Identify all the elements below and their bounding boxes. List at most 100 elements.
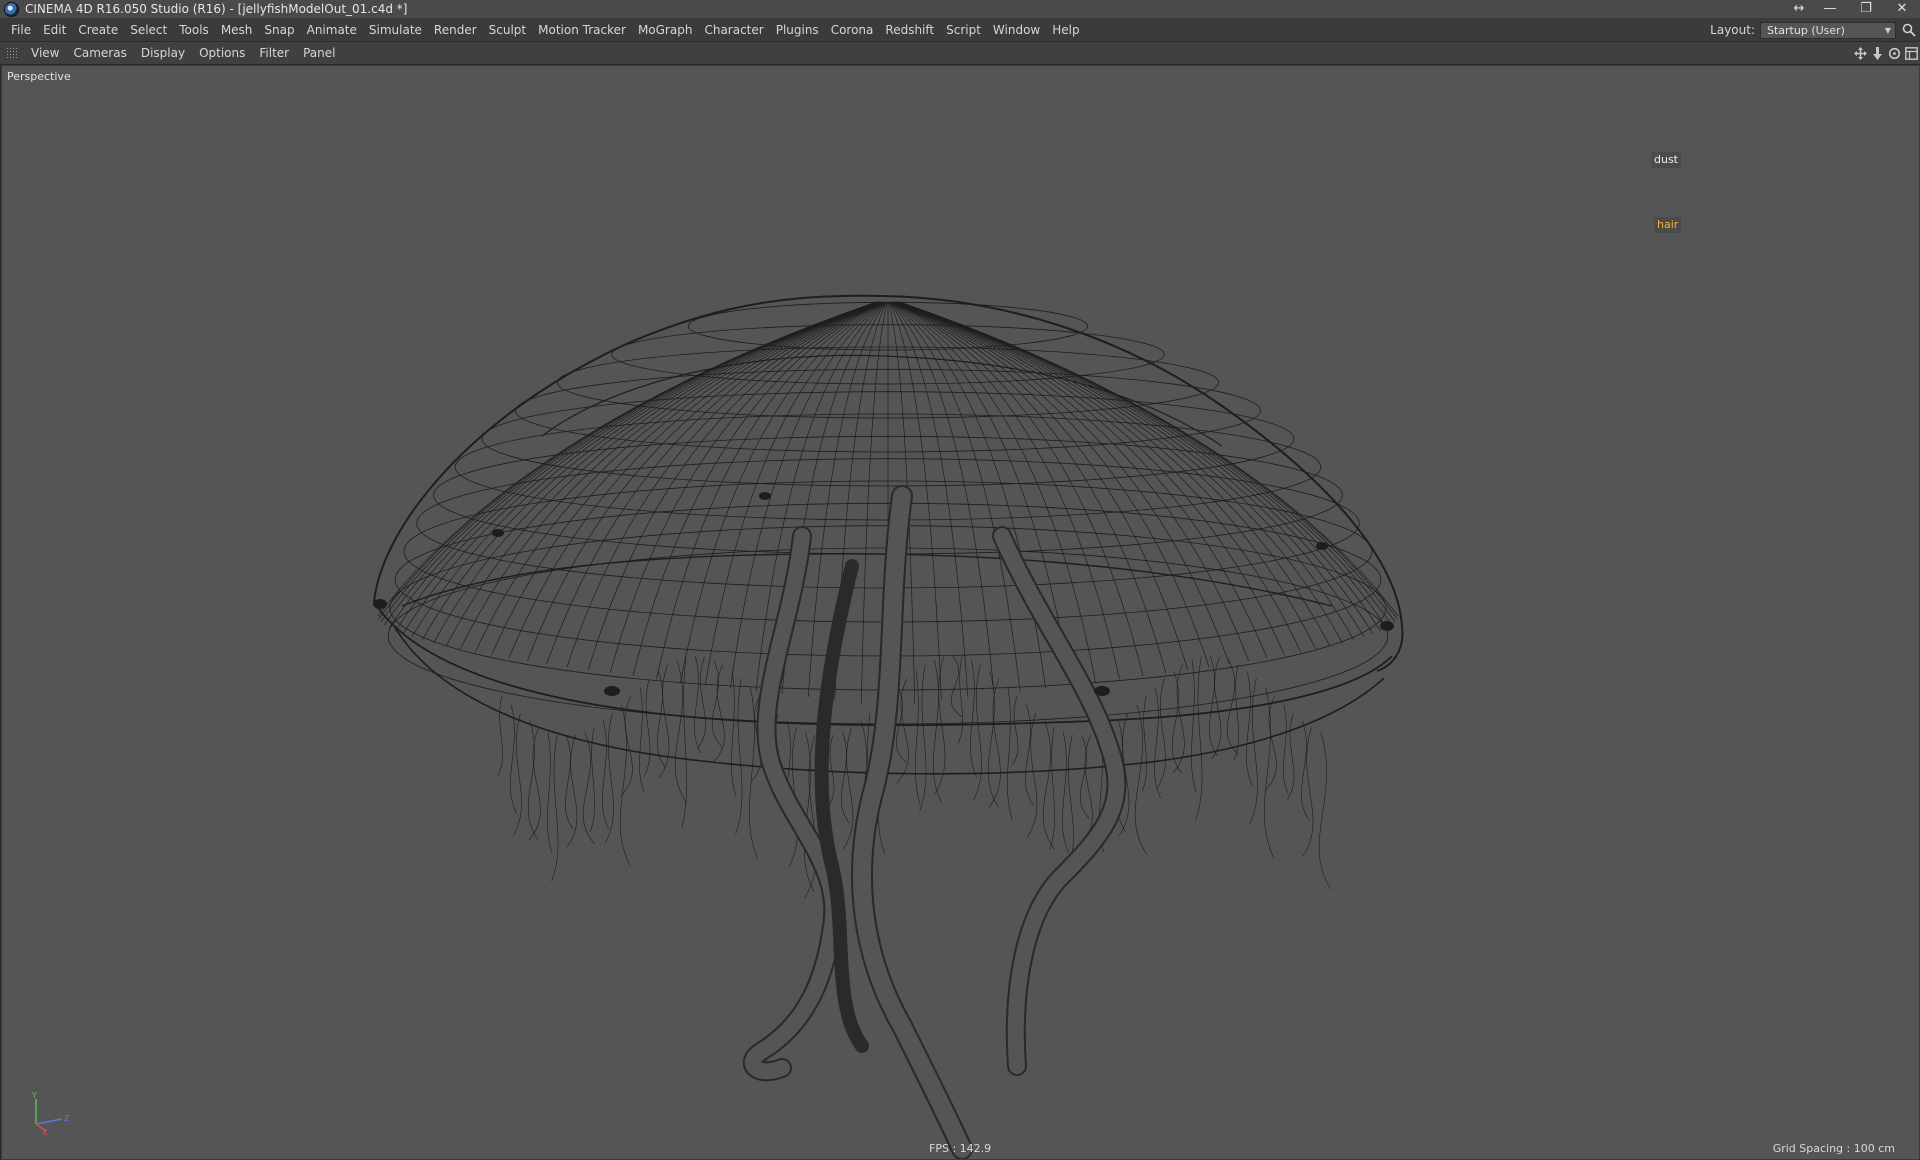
fringe-tentacle	[697, 656, 706, 750]
bell-meridian	[459, 301, 881, 650]
panel-grip-icon[interactable]	[6, 47, 18, 59]
bell-meridian	[395, 301, 879, 632]
layout-dropdown[interactable]: Startup (User) ▼	[1760, 21, 1896, 39]
fringe-tentacle	[970, 659, 977, 778]
menu-animate[interactable]: Animate	[301, 19, 363, 41]
viewport-menu-options[interactable]: Options	[192, 42, 252, 64]
fringe-tentacle	[731, 671, 737, 797]
fringe-tentacle	[1283, 704, 1289, 794]
menu-character[interactable]: Character	[698, 19, 769, 41]
menu-script[interactable]: Script	[940, 19, 987, 41]
fringe-tentacle	[605, 713, 614, 843]
menu-redshift[interactable]: Redshift	[879, 19, 940, 41]
menu-create[interactable]: Create	[72, 19, 124, 41]
jellyfish-wireframe[interactable]	[2, 66, 1919, 1159]
bell-meridian	[807, 301, 888, 698]
bell-meridian	[897, 301, 1381, 632]
fringe-tentacle	[1301, 720, 1310, 821]
bell-meridian	[890, 301, 1046, 689]
fringe-tentacle	[1079, 735, 1091, 820]
menu-corona[interactable]: Corona	[825, 19, 880, 41]
viewport-menu-cameras[interactable]: Cameras	[66, 42, 133, 64]
bell-meridian	[891, 301, 1096, 683]
fringe-tentacle	[1191, 659, 1197, 793]
axis-x-label: X	[42, 1128, 48, 1136]
fringe-tentacle	[711, 659, 723, 748]
fringe-tentacle	[602, 720, 609, 830]
menu-render[interactable]: Render	[428, 19, 483, 41]
menu-tools[interactable]: Tools	[173, 19, 215, 41]
bell-meridian	[421, 301, 880, 641]
bell-meridian	[896, 301, 1355, 641]
bell-meridian	[411, 301, 879, 638]
fringe-tentacle	[1154, 687, 1161, 799]
fps-readout: FPS : 142.9	[929, 1142, 992, 1155]
menu-file[interactable]: File	[5, 19, 37, 41]
menu-window[interactable]: Window	[987, 19, 1046, 41]
viewport-navigation-icons	[1853, 42, 1918, 64]
layout-switcher: Layout: Startup (User) ▼	[1710, 19, 1920, 41]
restore-button[interactable]: ❐	[1848, 0, 1884, 18]
menu-snap[interactable]: Snap	[258, 19, 300, 41]
fringe-tentacle	[1062, 731, 1069, 853]
bell-meridian	[546, 301, 883, 665]
fringe-tentacle	[1210, 656, 1222, 760]
fringe-tentacle	[694, 655, 701, 753]
fringe-tentacle	[987, 670, 999, 808]
main-menu-bar: File Edit Create Select Tools Mesh Snap …	[0, 19, 1920, 42]
fringe-tentacle	[497, 695, 503, 777]
resize-arrows-icon[interactable]: ↔	[1786, 0, 1812, 18]
fringe-tentacle	[842, 727, 854, 850]
fringe-tentacle	[1318, 731, 1332, 890]
chevron-down-icon: ▼	[1884, 25, 1891, 35]
fringe-tentacle	[1246, 670, 1253, 787]
fringe-tentacle	[915, 671, 921, 805]
dust-label-tag[interactable]: dust	[1651, 152, 1681, 168]
hair-label-tag[interactable]: hair	[1654, 217, 1682, 233]
move-view-icon[interactable]	[1853, 46, 1867, 60]
zoom-view-icon[interactable]	[1870, 46, 1884, 60]
menu-edit[interactable]: Edit	[37, 19, 72, 41]
fringe-tentacle	[1049, 727, 1055, 850]
fringe-tentacle	[1302, 727, 1314, 857]
fringe-tentacle	[510, 704, 517, 814]
menu-plugins[interactable]: Plugins	[770, 19, 825, 41]
fringe-tentacle	[1227, 659, 1240, 756]
viewport-menu-filter[interactable]: Filter	[252, 42, 296, 64]
menu-help[interactable]: Help	[1046, 19, 1085, 41]
rotate-view-icon[interactable]	[1887, 46, 1901, 60]
fringe-tentacle	[803, 731, 815, 893]
fringe-tentacle	[639, 687, 645, 793]
menu-items: File Edit Create Select Tools Mesh Snap …	[0, 19, 1086, 41]
menu-mesh[interactable]: Mesh	[215, 19, 259, 41]
grid-spacing-readout: Grid Spacing : 100 cm	[1772, 1142, 1895, 1155]
fringe-tentacle	[643, 678, 651, 778]
toggle-layout-icon[interactable]	[1904, 46, 1918, 60]
fringe-tentacle	[919, 664, 927, 811]
fringe-tentacle	[1026, 713, 1038, 838]
fringe-tentacle	[547, 731, 553, 853]
search-icon[interactable]	[1898, 19, 1920, 41]
viewport-menu-view[interactable]: View	[24, 42, 66, 64]
viewport-menu-bar: View Cameras Display Options Filter Pane…	[0, 42, 1920, 65]
fringe-tentacle	[1287, 713, 1295, 800]
perspective-viewport[interactable]: Perspective dust hair Y Z X FPS: 142.9 …	[1, 65, 1920, 1160]
viewport-menu-display[interactable]: Display	[134, 42, 192, 64]
menu-simulate[interactable]: Simulate	[363, 19, 428, 41]
minimize-button[interactable]: —	[1812, 0, 1848, 18]
fringe-tentacle	[748, 687, 758, 859]
close-button[interactable]: ✕	[1884, 0, 1920, 18]
viewport-menu-panel[interactable]: Panel	[296, 42, 342, 64]
fringe-tentacle	[551, 734, 559, 882]
fringe-tentacle	[1195, 656, 1203, 821]
menu-motion-tracker[interactable]: Motion Tracker	[532, 19, 632, 41]
menu-mograph[interactable]: MoGraph	[632, 19, 699, 41]
cinema4d-logo-icon[interactable]	[4, 1, 19, 17]
window-controls: ↔ — ❐ ✕	[1786, 0, 1920, 18]
menu-sculpt[interactable]: Sculpt	[483, 19, 532, 41]
menu-select[interactable]: Select	[124, 19, 173, 41]
window-title: CINEMA 4D R16.050 Studio (R16) - [jellyf…	[25, 2, 408, 16]
axis-y-label: Y	[31, 1091, 37, 1100]
fringe-tentacle	[950, 655, 963, 718]
bell-meridian	[893, 301, 1230, 665]
